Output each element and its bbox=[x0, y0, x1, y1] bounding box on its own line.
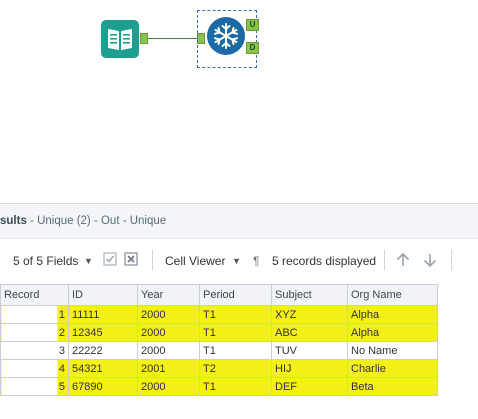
period-cell[interactable]: T1 bbox=[199, 341, 272, 360]
table-row[interactable]: 3 22222 2000 T1 TUV No Name bbox=[0, 341, 438, 360]
org-name-cell[interactable]: No Name bbox=[347, 341, 438, 360]
subject-cell[interactable]: XYZ bbox=[271, 305, 348, 324]
record-cell[interactable]: 3 bbox=[0, 341, 69, 360]
arrow-up-icon[interactable] bbox=[395, 252, 411, 271]
records-count: 5 records displayed bbox=[272, 254, 377, 268]
period-cell[interactable]: T1 bbox=[199, 305, 272, 324]
pilcrow-icon[interactable]: ¶ bbox=[253, 254, 259, 268]
snowflake-icon bbox=[214, 23, 238, 49]
org-name-cell[interactable]: Alpha bbox=[347, 305, 438, 324]
table-row[interactable]: 4 54321 2001 T2 HIJ Charlie bbox=[0, 359, 438, 378]
record-cell[interactable]: 2 bbox=[0, 323, 69, 342]
column-header-org-name[interactable]: Org Name bbox=[347, 284, 438, 306]
column-header-period[interactable]: Period bbox=[199, 284, 272, 306]
org-name-cell[interactable]: Charlie bbox=[347, 359, 438, 378]
results-subtitle: - Unique (2) - Out - Unique bbox=[26, 215, 167, 227]
id-cell[interactable]: 12345 bbox=[68, 323, 138, 342]
id-cell[interactable]: 67890 bbox=[68, 377, 138, 396]
input-output-anchor[interactable] bbox=[140, 33, 148, 44]
org-name-cell[interactable]: Beta bbox=[347, 377, 438, 396]
table-row[interactable]: 1 11111 2000 T1 XYZ Alpha bbox=[0, 305, 438, 324]
header-row: Record ID Year Period Subject Org Name bbox=[0, 284, 438, 306]
column-header-id[interactable]: ID bbox=[68, 284, 138, 306]
subject-cell[interactable]: DEF bbox=[271, 377, 348, 396]
input-data-tool[interactable] bbox=[101, 20, 139, 58]
column-header-subject[interactable]: Subject bbox=[271, 284, 348, 306]
connection-line[interactable] bbox=[148, 38, 197, 39]
record-cell[interactable]: 1 bbox=[0, 305, 69, 324]
caret-down-icon[interactable]: ▼ bbox=[232, 254, 241, 268]
id-cell[interactable]: 22222 bbox=[68, 341, 138, 360]
column-header-record[interactable]: Record bbox=[0, 284, 69, 306]
column-header-year[interactable]: Year bbox=[137, 284, 200, 306]
toolbar-divider bbox=[451, 250, 452, 270]
subject-cell[interactable]: HIJ bbox=[271, 359, 348, 378]
results-title: sults bbox=[0, 215, 27, 227]
unique-tool[interactable] bbox=[207, 17, 245, 55]
year-cell[interactable]: 2000 bbox=[137, 305, 200, 324]
results-toolbar: 5 of 5 Fields ▼ Cell Viewer ▼ ¶ 5 record… bbox=[0, 239, 478, 283]
caret-down-icon[interactable]: ▼ bbox=[84, 254, 93, 268]
book-icon bbox=[108, 29, 132, 50]
toolbar-divider bbox=[152, 250, 153, 270]
year-cell[interactable]: 2001 bbox=[137, 359, 200, 378]
results-grid[interactable]: Record ID Year Period Subject Org Name 1… bbox=[0, 284, 438, 396]
subject-cell[interactable]: TUV bbox=[271, 341, 348, 360]
checkbox-x-icon[interactable] bbox=[124, 252, 138, 269]
record-cell[interactable]: 4 bbox=[0, 359, 69, 378]
arrow-down-icon[interactable] bbox=[422, 252, 438, 271]
table-row[interactable]: 5 67890 2000 T1 DEF Beta bbox=[0, 377, 438, 396]
results-header: sults - Unique (2) - Out - Unique bbox=[0, 204, 478, 239]
unique-output-anchor[interactable]: U bbox=[246, 19, 259, 31]
org-name-cell[interactable]: Alpha bbox=[347, 323, 438, 342]
cell-viewer-dropdown[interactable]: Cell Viewer bbox=[165, 254, 225, 268]
id-cell[interactable]: 54321 bbox=[68, 359, 138, 378]
table-row[interactable]: 2 12345 2000 T1 ABC Alpha bbox=[0, 323, 438, 342]
year-cell[interactable]: 2000 bbox=[137, 341, 200, 360]
year-cell[interactable]: 2000 bbox=[137, 377, 200, 396]
period-cell[interactable]: T1 bbox=[199, 377, 272, 396]
workflow-canvas[interactable]: U D bbox=[0, 0, 478, 203]
id-cell[interactable]: 11111 bbox=[68, 305, 138, 324]
toolbar-divider bbox=[384, 250, 385, 270]
results-panel: sults - Unique (2) - Out - Unique 5 of 5… bbox=[0, 203, 478, 419]
fields-dropdown[interactable]: 5 of 5 Fields bbox=[13, 254, 78, 268]
subject-cell[interactable]: ABC bbox=[271, 323, 348, 342]
duplicate-output-anchor[interactable]: D bbox=[246, 42, 259, 54]
period-cell[interactable]: T1 bbox=[199, 323, 272, 342]
checkbox-check-icon[interactable] bbox=[103, 252, 117, 269]
period-cell[interactable]: T2 bbox=[199, 359, 272, 378]
record-cell[interactable]: 5 bbox=[0, 377, 69, 396]
year-cell[interactable]: 2000 bbox=[137, 323, 200, 342]
